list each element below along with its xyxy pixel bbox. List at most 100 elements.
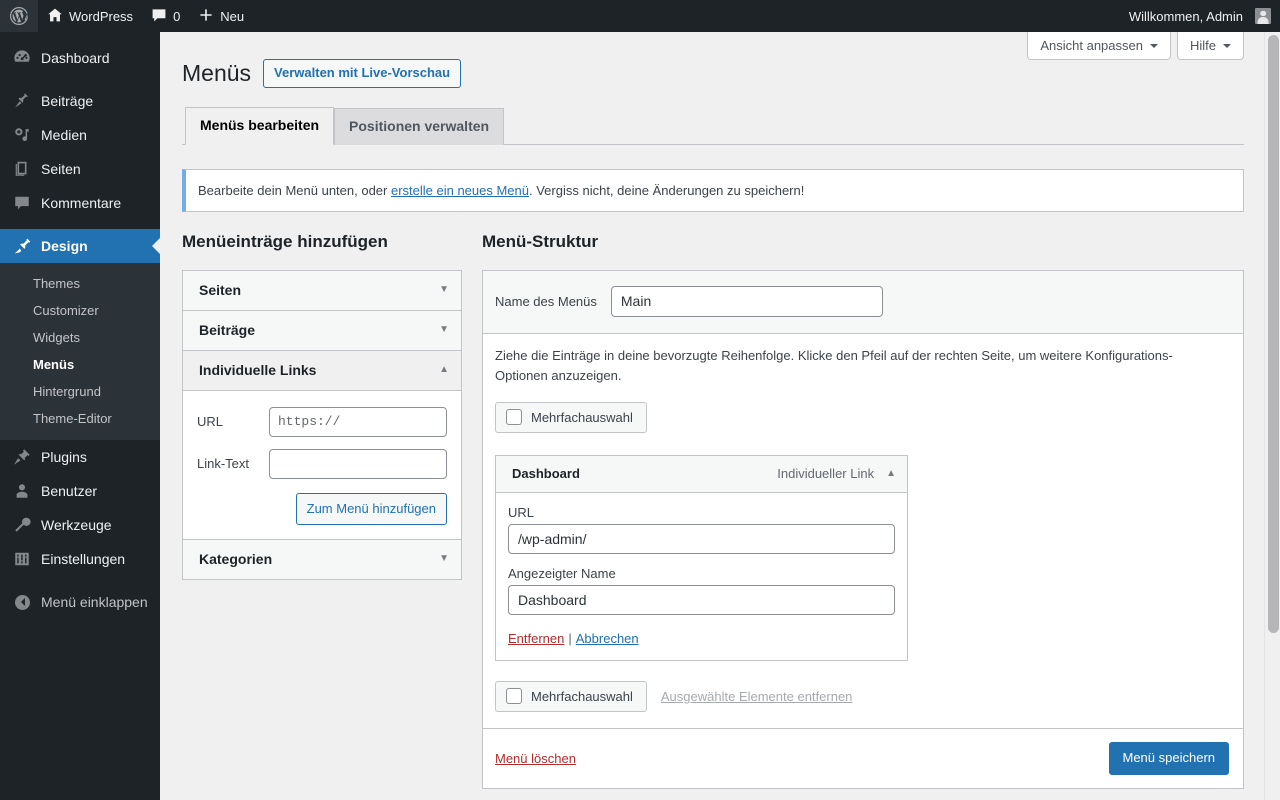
menu-item-name-label: Angezeigter Name — [508, 566, 616, 582]
tab-manage-locations[interactable]: Positionen verwalten — [334, 107, 505, 145]
custom-link-text-row: Link-Text — [197, 448, 447, 479]
sidebar-item-label: Seiten — [41, 161, 81, 177]
menu-name-label: Name des Menüs — [495, 293, 597, 309]
remove-menu-item-link[interactable]: Entfernen — [508, 631, 564, 646]
menu-item-type: Individueller Link — [777, 466, 875, 482]
bulk-select-checkbox-bottom[interactable] — [506, 688, 522, 705]
sidebar-subitem-customizer[interactable]: Customizer — [0, 297, 160, 324]
bulk-select-toggle-top[interactable]: Mehrfachauswahl — [495, 402, 647, 434]
notice-text-after: . Vergiss nicht, deine Änderungen zu spe… — [529, 182, 805, 198]
site-name-menu[interactable]: WordPress — [38, 0, 142, 32]
accordion-header-custom-links[interactable]: Individuelle Links ▲ — [183, 350, 461, 391]
scrollbar-thumb[interactable] — [1267, 35, 1279, 633]
new-content-label: Neu — [220, 8, 245, 24]
sidebar-subitem-background[interactable]: Hintergrund — [0, 378, 160, 405]
sidebar-item-plugins[interactable]: Plugins — [0, 440, 160, 474]
menu-item-url-label: URL — [508, 505, 535, 521]
custom-link-text-input[interactable] — [269, 448, 447, 479]
add-to-menu-button[interactable]: Zum Menü hinzufügen — [295, 492, 447, 526]
wp-logo-menu[interactable] — [0, 0, 38, 32]
create-new-menu-link[interactable]: erstelle ein neues Menü — [391, 183, 529, 198]
bulk-actions-bottom: Mehrfachauswahl Ausgewählte Elemente ent… — [495, 681, 1229, 713]
menu-item-actions: Entfernen | Abbrechen — [508, 627, 895, 646]
menu-structure-panel: Name des Menüs Ziehe die Einträge in dei… — [482, 269, 1244, 789]
new-content-menu[interactable]: Neu — [189, 0, 253, 32]
sidebar-item-label: Kommentare — [41, 195, 122, 211]
main-content: Ansicht anpassen Hilfe Menüs Verwalten m… — [160, 32, 1264, 800]
menu-structure-footer: Menü löschen Menü speichern — [483, 728, 1243, 788]
add-menu-items-column: Menüeinträge hinzufügen Seiten ▼ Beiträg… — [182, 230, 462, 789]
custom-links-panel: URL Link-Text Zum Menü hinzufügen — [183, 390, 461, 541]
dashboard-icon — [12, 48, 32, 68]
page-wrap: Menüs Verwalten mit Live-Vorschau Menüs … — [160, 32, 1264, 789]
menu-item-url-input[interactable] — [508, 524, 895, 555]
sidebar-item-appearance[interactable]: Design — [0, 229, 160, 263]
menu-item-title: Dashboard — [512, 466, 580, 482]
plus-icon — [198, 7, 214, 26]
sidebar-item-settings[interactable]: Einstellungen — [0, 542, 160, 576]
menu-structure-column: Menü-Struktur Name des Menüs Ziehe die E… — [482, 230, 1244, 789]
accordion-header-pages[interactable]: Seiten ▼ — [183, 270, 461, 311]
remove-selected-items-link[interactable]: Ausgewählte Elemente entfernen — [661, 689, 853, 704]
bulk-select-checkbox-top[interactable] — [506, 409, 522, 426]
sidebar-item-media[interactable]: Medien — [0, 118, 160, 152]
screen-options-button[interactable]: Ansicht anpassen — [1027, 32, 1171, 60]
comments-count: 0 — [173, 8, 181, 24]
comments-menu[interactable]: 0 — [142, 0, 189, 32]
comment-icon — [12, 193, 32, 213]
menu-structure-title: Menü-Struktur — [482, 232, 599, 251]
custom-link-url-row: URL — [197, 406, 447, 437]
live-preview-button[interactable]: Verwalten mit Live-Vorschau — [263, 59, 462, 88]
sidebar-subitem-theme-editor[interactable]: Theme-Editor — [0, 405, 160, 432]
collapse-menu-button[interactable]: Menü einklappen — [0, 585, 160, 619]
sidebar-item-pages[interactable]: Seiten — [0, 152, 160, 186]
menu-name-input[interactable] — [610, 285, 883, 317]
sidebar-item-tools[interactable]: Werkzeuge — [0, 508, 160, 542]
menus-columns: Menüeinträge hinzufügen Seiten ▼ Beiträg… — [182, 230, 1244, 789]
home-icon — [47, 7, 63, 26]
bulk-select-toggle-bottom[interactable]: Mehrfachauswahl — [495, 681, 647, 713]
collapse-arrow-icon — [12, 592, 32, 612]
sidebar-item-posts[interactable]: Beiträge — [0, 84, 160, 118]
cancel-menu-item-link[interactable]: Abbrechen — [576, 631, 639, 646]
notice-text-before: Bearbeite dein Menü unten, oder — [198, 182, 391, 198]
menu-item-handle[interactable]: Dashboard Individueller Link ▲ — [496, 456, 907, 494]
add-items-title: Menüeinträge hinzufügen — [182, 232, 388, 251]
chevron-up-icon[interactable]: ▲ — [886, 468, 896, 479]
my-account-menu[interactable]: Willkommen, Admin — [1120, 0, 1280, 32]
nav-tab-wrapper: Menüs bearbeiten Positionen verwalten — [182, 106, 1244, 145]
accordion-header-categories[interactable]: Kategorien ▼ — [183, 540, 461, 580]
menu-instructions-notice: Bearbeite dein Menü unten, oder erstelle… — [182, 168, 1244, 212]
collapse-menu-label: Menü einklappen — [41, 594, 148, 610]
page-scrollbar[interactable] — [1264, 32, 1280, 800]
sidebar-item-users[interactable]: Benutzer — [0, 474, 160, 508]
help-button[interactable]: Hilfe — [1176, 32, 1244, 60]
menu-item-name-input[interactable] — [508, 585, 895, 616]
sidebar-subitem-themes[interactable]: Themes — [0, 270, 160, 297]
chevron-down-icon — [1223, 43, 1231, 52]
sidebar-item-comments[interactable]: Kommentare — [0, 186, 160, 220]
tab-edit-menus[interactable]: Menüs bearbeiten — [185, 106, 335, 145]
save-menu-button[interactable]: Menü speichern — [1108, 742, 1229, 775]
menu-item-dashboard: Dashboard Individueller Link ▲ URL Angez… — [495, 455, 908, 662]
plugins-plug-icon — [12, 447, 32, 467]
site-name-label: WordPress — [69, 8, 134, 24]
custom-link-url-input[interactable] — [269, 406, 447, 437]
accordion-label: Seiten — [199, 281, 242, 298]
pages-icon — [12, 159, 32, 179]
accordion-label: Kategorien — [199, 551, 273, 568]
menu-item-settings: URL Angezeigter Name Entfernen | Abbrechen — [496, 493, 907, 660]
sidebar-item-label: Medien — [41, 127, 87, 143]
media-icon — [12, 125, 32, 145]
chevron-down-icon: ▼ — [439, 553, 449, 565]
sidebar-subitem-menus[interactable]: Menüs — [0, 351, 160, 378]
sidebar-item-dashboard[interactable]: Dashboard — [0, 41, 160, 75]
sidebar-subitem-widgets[interactable]: Widgets — [0, 324, 160, 351]
sidebar-item-label: Dashboard — [41, 50, 110, 66]
sidebar-item-label: Plugins — [41, 449, 87, 465]
chevron-down-icon: ▼ — [439, 283, 449, 295]
accordion-header-posts[interactable]: Beiträge ▼ — [183, 310, 461, 351]
custom-link-text-label: Link-Text — [197, 456, 250, 472]
delete-menu-link[interactable]: Menü löschen — [495, 751, 576, 766]
admin-bar-spacer — [253, 0, 1120, 32]
